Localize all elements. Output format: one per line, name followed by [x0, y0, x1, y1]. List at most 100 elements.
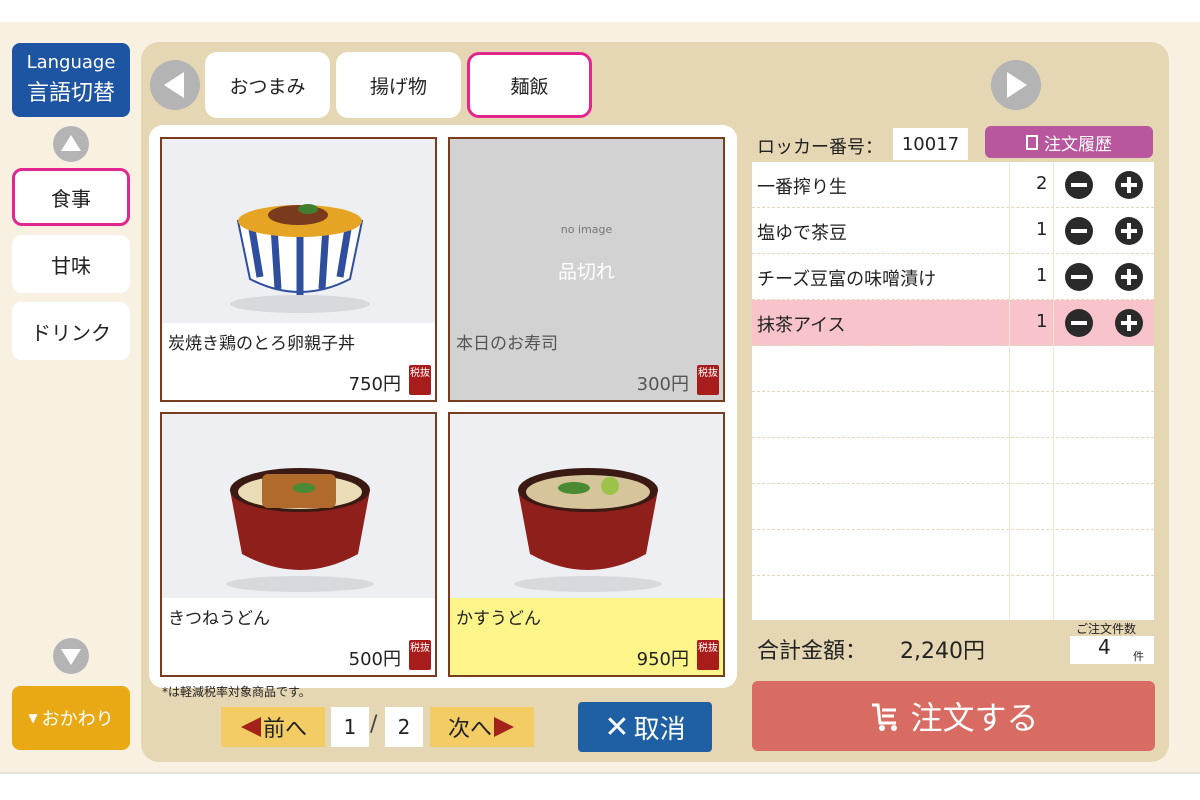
tab-label: おつまみ	[229, 75, 306, 98]
category-meal[interactable]: 食事	[12, 168, 130, 226]
order-history-label: 注文履歴	[1044, 134, 1112, 155]
order-row[interactable]: 塩ゆで茶豆 1	[752, 208, 1154, 254]
category-sweets[interactable]: 甘味	[12, 235, 130, 293]
order-item-qty: 1	[1036, 219, 1048, 240]
empty-order-row	[752, 346, 1154, 392]
category-label: 甘味	[51, 253, 91, 278]
total-amount: 2,240円	[900, 639, 985, 664]
menu-item-card[interactable]: 炭焼き鶏のとろ卵親子丼 750円 税抜	[160, 137, 437, 402]
menu-item-name: 炭焼き鶏のとろ卵親子丼	[168, 334, 355, 354]
tax-exclusive-badge: 税抜	[409, 640, 431, 670]
page-separator: /	[370, 712, 378, 737]
total-pages-number: 2	[397, 715, 411, 739]
arrow-left-icon	[240, 717, 261, 737]
tab-prev-icon[interactable]	[150, 60, 200, 110]
place-order-button[interactable]: 注文する	[752, 681, 1155, 751]
order-item-name: 抹茶アイス	[757, 315, 846, 336]
decrease-qty-icon[interactable]	[1065, 263, 1093, 291]
order-item-qty: 1	[1036, 311, 1048, 332]
language-label-ja: 言語切替	[26, 81, 115, 106]
decrease-qty-icon[interactable]	[1065, 171, 1093, 199]
decrease-qty-icon[interactable]	[1065, 217, 1093, 245]
tab-next-icon[interactable]	[991, 60, 1041, 110]
tab-snacks[interactable]: おつまみ	[205, 52, 330, 118]
tax-exclusive-badge: 税抜	[409, 365, 431, 395]
order-list: 一番搾り生 2 塩ゆで茶豆 1 チーズ豆富の味噌漬け 1 抹茶アイス 1	[752, 162, 1154, 620]
increase-qty-icon[interactable]	[1115, 171, 1143, 199]
current-page-number: 1	[343, 715, 357, 739]
empty-order-row	[752, 392, 1154, 438]
menu-item-price: 300円	[636, 374, 689, 395]
caret-down-icon: ▼	[28, 711, 38, 725]
menu-item-price: 950円	[636, 649, 689, 670]
increase-qty-icon[interactable]	[1115, 309, 1143, 337]
tax-exclusive-badge: 税抜	[697, 640, 719, 670]
cancel-button[interactable]: ✕ 取消	[578, 702, 712, 752]
refill-button[interactable]: ▼ おかわり	[12, 686, 130, 750]
arrow-right-icon	[494, 717, 514, 737]
refill-label: おかわり	[41, 709, 114, 730]
order-item-name: 塩ゆで茶豆	[757, 223, 847, 244]
category-scroll-down-icon[interactable]	[53, 638, 89, 674]
kitsune-udon-photo	[162, 414, 435, 598]
tab-label: 揚げ物	[369, 75, 427, 98]
cancel-label: 取消	[633, 714, 686, 745]
locker-number-label: ロッカー番号：	[757, 137, 883, 158]
reduced-tax-note: *は軽減税率対象商品です。	[162, 685, 311, 699]
menu-item-card-sold-out[interactable]: no image 品切れ 本日のお寿司 300円 税抜	[448, 137, 725, 402]
order-item-name: チーズ豆富の味噌漬け	[757, 269, 937, 290]
empty-order-row	[752, 484, 1154, 530]
document-icon	[1026, 134, 1038, 150]
order-row[interactable]: 一番搾り生 2	[752, 162, 1154, 208]
category-scroll-up-icon[interactable]	[53, 126, 89, 162]
no-image-text: no image	[560, 223, 613, 236]
menu-item-name: きつねうどん	[168, 609, 270, 629]
menu-item-price: 750円	[348, 374, 401, 395]
decrease-qty-icon[interactable]	[1065, 309, 1093, 337]
next-page-button[interactable]: 次へ	[430, 707, 534, 747]
next-page-label: 次へ	[447, 717, 492, 742]
empty-order-row	[752, 438, 1154, 484]
prev-page-button[interactable]: 前へ	[221, 707, 325, 747]
locker-number-text: 10017	[901, 133, 960, 155]
kasu-udon-photo	[450, 414, 723, 598]
menu-item-card-highlighted[interactable]: かすうどん 950円 税抜	[448, 412, 725, 677]
language-switch-button[interactable]: Language 言語切替	[12, 43, 130, 117]
order-item-name: 一番搾り生	[757, 177, 847, 198]
menu-item-name: かすうどん	[456, 609, 541, 629]
total-label: 合計金額：	[757, 639, 868, 664]
increase-qty-icon[interactable]	[1115, 263, 1143, 291]
total-pages: 2	[385, 707, 423, 747]
sold-out-text: 品切れ	[557, 261, 615, 283]
column-divider	[1009, 162, 1010, 620]
cart-icon	[872, 703, 898, 731]
order-count-unit: 件	[1133, 650, 1144, 663]
order-count-value: 4	[1098, 635, 1111, 659]
category-label: ドリンク	[31, 320, 111, 345]
order-item-qty: 1	[1036, 265, 1048, 286]
tab-noodles-rice[interactable]: 麺飯	[467, 52, 592, 118]
tab-label: 麺飯	[510, 75, 549, 98]
locker-number-value: 10017	[893, 128, 968, 160]
order-history-button[interactable]: 注文履歴	[985, 126, 1153, 158]
current-page: 1	[331, 707, 369, 747]
empty-order-row	[752, 530, 1154, 576]
close-icon: ✕	[604, 709, 630, 745]
order-row-selected[interactable]: 抹茶アイス 1	[752, 300, 1154, 346]
category-label: 食事	[51, 186, 91, 211]
menu-item-price: 500円	[348, 649, 401, 670]
tax-exclusive-badge: 税抜	[697, 365, 719, 395]
tab-fried[interactable]: 揚げ物	[336, 52, 461, 118]
order-item-qty: 2	[1036, 173, 1048, 194]
increase-qty-icon[interactable]	[1115, 217, 1143, 245]
prev-page-label: 前へ	[262, 717, 307, 742]
bottom-divider	[0, 772, 1200, 774]
language-label-en: Language	[26, 52, 116, 73]
place-order-label: 注文する	[910, 699, 1039, 737]
category-drinks[interactable]: ドリンク	[12, 302, 130, 360]
menu-item-card[interactable]: きつねうどん 500円 税抜	[160, 412, 437, 677]
oyakodon-photo	[162, 139, 435, 323]
menu-item-name: 本日のお寿司	[456, 334, 558, 354]
order-row[interactable]: チーズ豆富の味噌漬け 1	[752, 254, 1154, 300]
column-divider	[1053, 162, 1054, 620]
